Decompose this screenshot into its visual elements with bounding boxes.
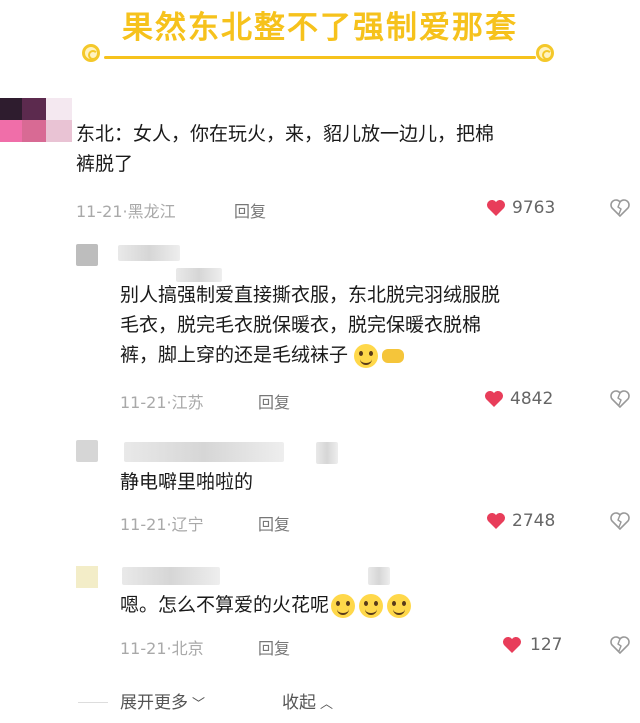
like-button[interactable]: [484, 390, 504, 412]
avatar[interactable]: [76, 566, 98, 588]
comment-text: 嗯。怎么不算爱的火花呢: [120, 590, 620, 620]
dislike-button[interactable]: [610, 389, 630, 413]
dislike-button[interactable]: [610, 635, 630, 659]
header-banner: 果然东北整不了强制爱那套: [0, 0, 640, 78]
avatar[interactable]: [76, 244, 98, 266]
reply-button[interactable]: 回复: [258, 389, 290, 413]
reply-button[interactable]: 回复: [258, 511, 290, 535]
pleading-emoji-icon: [331, 593, 356, 618]
like-button[interactable]: [486, 199, 506, 221]
like-button[interactable]: [502, 636, 522, 658]
avatar[interactable]: [0, 98, 77, 142]
broken-heart-icon: [610, 512, 630, 531]
username-blurred: [122, 567, 220, 585]
like-count: 127: [530, 635, 563, 655]
title-underline: [104, 56, 536, 59]
coin-icon: [536, 44, 554, 62]
chevron-down-icon: ﹀: [192, 697, 206, 712]
comment-meta: 11-21·黑龙江: [76, 202, 176, 221]
dislike-button[interactable]: [610, 198, 630, 222]
pleading-emoji-icon: [359, 593, 384, 618]
broken-heart-icon: [610, 636, 630, 655]
comment-meta: 11-21·北京: [120, 639, 204, 658]
expand-more-button[interactable]: 展开更多 ﹀: [120, 688, 205, 713]
username-blurred: [118, 245, 180, 261]
avatar[interactable]: [76, 440, 98, 462]
comment-text: 别人搞强制爱直接撕衣服，东北脱完羽绒服脱 毛衣，脱完毛衣脱保暖衣，脱完保暖衣脱棉…: [120, 284, 501, 368]
heart-icon: [485, 391, 503, 407]
comment-meta: 11-21·江苏: [120, 393, 204, 412]
broken-heart-icon: [610, 199, 630, 218]
heart-icon: [487, 200, 505, 216]
hands-emoji-icon: [382, 348, 405, 363]
page-title: 果然东北整不了强制爱那套: [122, 10, 518, 46]
reply-button[interactable]: 回复: [258, 635, 290, 659]
dislike-button[interactable]: [610, 511, 630, 535]
username-blurred: [124, 442, 284, 462]
like-count: 2748: [512, 511, 556, 531]
reply-button[interactable]: 回复: [234, 198, 266, 222]
like-count: 4842: [510, 389, 554, 409]
pleading-emoji-icon: [387, 593, 412, 618]
like-count: 9763: [512, 198, 556, 218]
heart-icon: [487, 513, 505, 529]
broken-heart-icon: [610, 390, 630, 409]
chevron-up-icon: ︿: [320, 697, 334, 712]
heart-icon: [503, 637, 521, 653]
comment-text: 静电噼里啪啦的: [120, 471, 254, 493]
like-button[interactable]: [486, 512, 506, 534]
divider: [78, 702, 108, 703]
grin-emoji-icon: [354, 343, 379, 368]
badge-blurred: [316, 442, 338, 464]
comment-meta: 11-21·辽宁: [120, 515, 204, 534]
collapse-button[interactable]: 收起 ︿: [282, 688, 333, 713]
comment-text: 东北：女人，你在玩火，来，貂儿放一边儿，把棉 裤脱了: [76, 123, 495, 175]
badge-blurred: [368, 567, 390, 585]
